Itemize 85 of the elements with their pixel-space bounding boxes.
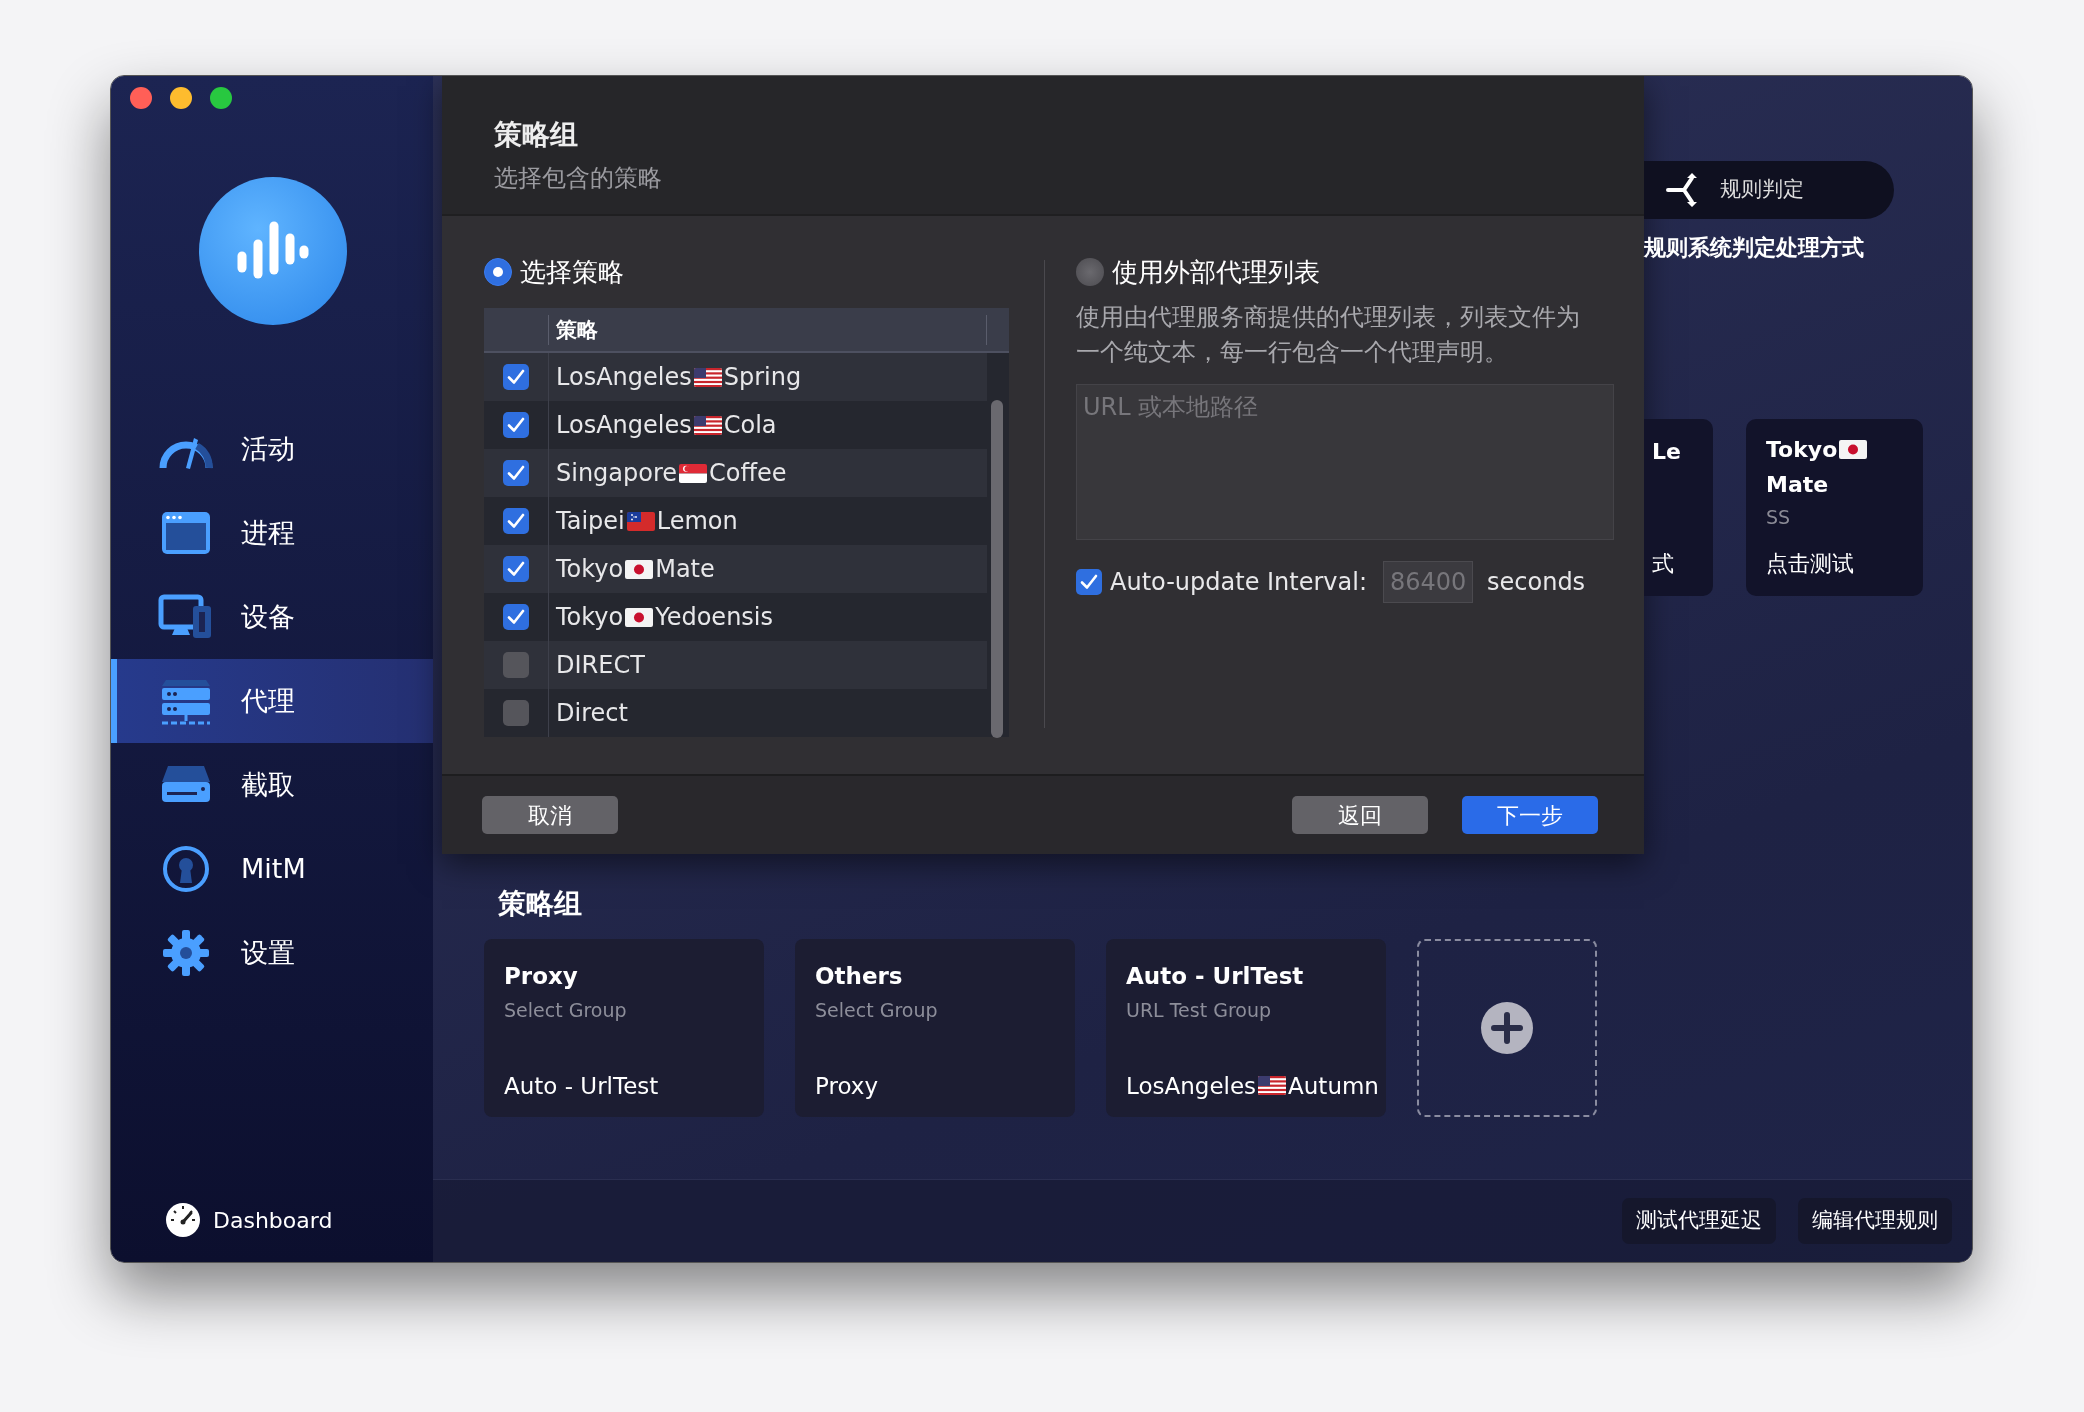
proxy-card[interactable]: Le 式 — [1644, 419, 1713, 596]
proxy-city: Singapore — [556, 458, 678, 489]
rule-mode-button[interactable]: 规则判定 — [1644, 161, 1894, 219]
checkbox[interactable] — [503, 604, 529, 630]
sidebar-item[interactable]: 活动 — [111, 407, 433, 491]
proxy-name: Spring — [723, 362, 802, 393]
flag-icon — [1258, 1076, 1287, 1096]
proxy-city: LosAngeles — [556, 410, 692, 441]
proxy-city: LosAngeles — [1126, 1071, 1257, 1101]
proxy-name: Autumn — [1288, 1071, 1379, 1101]
proxy-name: Direct — [556, 698, 628, 729]
proxy-name: Le — [1652, 439, 1681, 464]
proxy-type: SS — [1766, 505, 1792, 530]
test-action[interactable]: 式 — [1652, 547, 1713, 580]
group-name: Proxy — [504, 962, 579, 991]
checkbox[interactable] — [503, 364, 529, 390]
flag-icon — [626, 511, 655, 531]
group-type: Select Group — [815, 997, 939, 1023]
group-type: URL Test Group — [1126, 997, 1273, 1023]
sheet-title: 策略组 — [494, 117, 579, 153]
flag-icon — [1839, 440, 1868, 459]
flag-icon — [679, 463, 708, 483]
proxy-name: Mate — [1766, 471, 1829, 499]
sidebar-item[interactable]: 进程 — [111, 491, 433, 575]
unit-label: seconds — [1487, 567, 1586, 598]
auto-update-label: Auto-update Interval: — [1110, 567, 1367, 598]
proxy-city: LosAngeles — [556, 362, 692, 393]
sheet-button[interactable]: 返回 — [1292, 796, 1428, 834]
proxy-name: Auto - UrlTest — [504, 1071, 659, 1101]
zoom-button[interactable] — [210, 87, 232, 109]
group-name: Others — [815, 962, 904, 991]
sidebar-item[interactable]: 设置 — [111, 911, 433, 995]
sidebar-item[interactable]: MitM — [111, 827, 433, 911]
proxy-name: Cola — [723, 410, 777, 441]
sidebar-item[interactable]: 截取 — [111, 743, 433, 827]
url-field[interactable]: URL 或本地路径 — [1076, 384, 1614, 540]
flag-icon — [625, 607, 654, 627]
next-button[interactable]: 下一步 — [1462, 796, 1598, 834]
group-card[interactable]: Others Select Group Proxy — [795, 939, 1075, 1117]
proxy-city: Tokyo — [556, 554, 624, 585]
description-text: 使用由代理服务商提供的代理列表，列表文件为一个纯文本，每一行包含一个代理声明。 — [1076, 302, 1581, 368]
checkbox[interactable] — [503, 652, 529, 678]
proxy-name: Proxy — [815, 1071, 878, 1101]
speedometer-icon — [165, 1202, 201, 1238]
column-header: 策略 — [549, 314, 987, 345]
minimize-button[interactable] — [170, 87, 192, 109]
footer-button[interactable]: 测试代理延迟 — [1622, 1198, 1776, 1244]
radio-label[interactable]: 使用外部代理列表 — [1112, 252, 1320, 292]
sheet-button[interactable]: 取消 — [482, 796, 618, 834]
checkbox[interactable] — [503, 700, 529, 726]
add-group-button[interactable] — [1417, 939, 1597, 1117]
proxy-city: Taipei — [556, 506, 625, 537]
proxy-name: Lemon — [656, 506, 738, 537]
checkbox[interactable] — [503, 460, 529, 486]
flag-icon — [693, 367, 722, 387]
close-button[interactable] — [130, 87, 152, 109]
radio-button[interactable] — [1076, 258, 1104, 286]
sidebar-item[interactable]: 代理 — [111, 659, 433, 743]
flag-icon — [625, 559, 654, 579]
sidebar-item[interactable]: 设备 — [111, 575, 433, 659]
test-action[interactable]: 点击测试 — [1766, 547, 1915, 580]
flag-icon — [693, 415, 722, 435]
footer-button[interactable]: 编辑代理规则 — [1798, 1198, 1952, 1244]
group-type: Select Group — [504, 997, 628, 1023]
rule-description: 规则系统判定处理方式 — [1644, 234, 1865, 262]
proxy-name: DIRECT — [556, 650, 645, 681]
checkbox[interactable] — [503, 556, 529, 582]
checkbox[interactable] — [503, 508, 529, 534]
proxy-name: Mate — [655, 554, 715, 585]
proxy-city: Tokyo — [556, 602, 624, 633]
group-name: Auto - UrlTest — [1126, 962, 1305, 991]
proxy-city: Tokyo — [1766, 436, 1838, 464]
radio-button[interactable] — [484, 258, 512, 286]
scrollbar-thumb[interactable] — [991, 400, 1003, 738]
group-card[interactable]: Auto - UrlTest URL Test Group LosAngeles Autumn — [1106, 939, 1386, 1117]
group-card[interactable]: Proxy Select Group Auto - UrlTest — [484, 939, 764, 1117]
checkbox[interactable] — [503, 412, 529, 438]
proxy-name: Coffee — [709, 458, 787, 489]
proxy-name: Yedoensis — [655, 602, 773, 633]
proxy-card[interactable]: Tokyo Mate SS 点击测试 — [1746, 419, 1923, 596]
sheet-subtitle: 选择包含的策略 — [494, 163, 663, 194]
radio-label[interactable]: 选择策略 — [520, 252, 624, 292]
add-icon — [1479, 1000, 1535, 1056]
section-title: 策略组 — [497, 886, 583, 922]
dashboard-link[interactable]: Dashboard — [213, 1203, 333, 1237]
